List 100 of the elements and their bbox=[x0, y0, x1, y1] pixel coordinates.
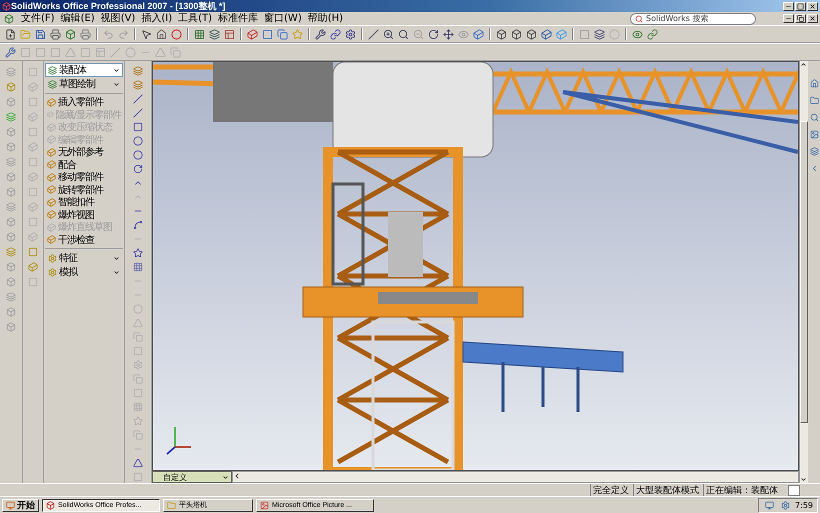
slash-icon[interactable] bbox=[109, 46, 122, 58]
section-view-icon[interactable] bbox=[593, 28, 606, 40]
menu-item[interactable]: 视图(V) bbox=[100, 12, 136, 24]
minimize-button[interactable] bbox=[783, 14, 794, 23]
menu-item[interactable]: 插入(I) bbox=[141, 12, 172, 24]
tray-icon[interactable] bbox=[779, 498, 792, 512]
sketch-tool-icon[interactable] bbox=[132, 247, 144, 259]
search-field[interactable]: SolidWorks 搜索 bbox=[630, 12, 756, 24]
feature-icon[interactable] bbox=[4, 95, 18, 108]
menu-item[interactable]: 标准件库 bbox=[218, 12, 258, 24]
shaded-edges-icon[interactable] bbox=[540, 28, 553, 40]
feature-icon[interactable] bbox=[4, 155, 18, 168]
vertical-scrollbar[interactable] bbox=[799, 61, 808, 483]
feature-icon[interactable] bbox=[4, 65, 18, 78]
sketch-tool-icon[interactable] bbox=[132, 261, 144, 273]
view-orientation-icon[interactable] bbox=[472, 28, 485, 40]
sketch-tool-icon[interactable] bbox=[132, 149, 144, 161]
insert-part-icon[interactable] bbox=[246, 28, 259, 40]
gear-icon[interactable] bbox=[344, 28, 357, 40]
pan-icon[interactable] bbox=[442, 28, 455, 40]
feature-icon[interactable] bbox=[4, 245, 18, 258]
command-item[interactable]: 移动零部件 bbox=[45, 171, 123, 184]
command-item[interactable]: 爆炸视图 bbox=[45, 208, 123, 221]
feature-icon[interactable] bbox=[4, 230, 18, 243]
horizontal-scrollbar[interactable] bbox=[232, 471, 799, 483]
sketch-tool-icon[interactable] bbox=[132, 93, 144, 105]
feature-icon[interactable] bbox=[4, 185, 18, 198]
print-icon[interactable] bbox=[79, 28, 92, 40]
link-icon[interactable] bbox=[329, 28, 342, 40]
zoom-in-icon[interactable] bbox=[382, 28, 395, 40]
menu-item[interactable]: 工具(T) bbox=[178, 12, 212, 24]
wireframe-icon[interactable] bbox=[495, 28, 508, 40]
sketch-tool-icon[interactable] bbox=[132, 121, 144, 133]
chain-icon[interactable] bbox=[646, 28, 659, 40]
sketch-tool-icon[interactable] bbox=[132, 65, 144, 77]
command-item[interactable]: 配合 bbox=[45, 158, 123, 171]
select-icon[interactable] bbox=[140, 28, 153, 40]
menu-item[interactable]: 文件(F) bbox=[21, 12, 55, 24]
feature-icon[interactable] bbox=[4, 125, 18, 138]
feature-icon[interactable] bbox=[4, 290, 18, 303]
cube-icon bbox=[47, 98, 56, 107]
close-button[interactable] bbox=[807, 14, 818, 23]
app-menu-icon[interactable] bbox=[2, 12, 15, 25]
menu-item[interactable]: 帮助(H) bbox=[308, 12, 344, 24]
tool-icon[interactable] bbox=[314, 28, 327, 40]
redo-icon[interactable] bbox=[117, 28, 130, 40]
new-file-icon[interactable] bbox=[4, 28, 17, 40]
feature-icon[interactable] bbox=[4, 320, 18, 333]
command-group[interactable]: 装配体 bbox=[45, 63, 123, 77]
sketch-tool-icon[interactable] bbox=[132, 107, 144, 119]
close-button[interactable] bbox=[807, 2, 818, 10]
restore-button[interactable] bbox=[795, 14, 806, 23]
menu-item[interactable]: 编辑(E) bbox=[60, 12, 95, 24]
printer-icon[interactable] bbox=[49, 28, 62, 40]
shaded-icon[interactable] bbox=[555, 28, 568, 40]
pages-icon[interactable] bbox=[169, 46, 182, 58]
sketch-tool-icon[interactable] bbox=[132, 163, 144, 175]
layout-icon[interactable] bbox=[223, 28, 236, 40]
list-icon[interactable] bbox=[276, 28, 289, 40]
feature-icon[interactable] bbox=[4, 215, 18, 228]
sketch-tool-icon[interactable] bbox=[132, 135, 144, 147]
line-icon[interactable] bbox=[367, 28, 380, 40]
feature-icon[interactable] bbox=[4, 110, 18, 123]
command-item[interactable]: 干涉检查 bbox=[45, 234, 123, 246]
grid-icon[interactable] bbox=[193, 28, 206, 40]
undo-icon[interactable] bbox=[102, 28, 115, 40]
task-pane-icon[interactable] bbox=[808, 145, 820, 158]
table-icon[interactable] bbox=[94, 46, 107, 58]
command-item[interactable]: 无外部参考 bbox=[45, 146, 123, 158]
feature-icon[interactable] bbox=[4, 170, 18, 183]
hidden-lines-icon[interactable] bbox=[510, 28, 523, 40]
cube-icon bbox=[47, 198, 56, 207]
command-item[interactable]: 旋转零部件 bbox=[45, 184, 123, 196]
configuration-dropdown[interactable]: 自定义 bbox=[152, 471, 232, 483]
cube-icon bbox=[47, 185, 56, 194]
house-icon[interactable] bbox=[155, 28, 168, 40]
feature-icon[interactable] bbox=[4, 80, 18, 93]
command-item[interactable]: 插入零部件 bbox=[45, 96, 123, 108]
start-button[interactable]: 开始 bbox=[2, 498, 39, 512]
feature-icon[interactable] bbox=[4, 200, 18, 213]
layers-icon[interactable] bbox=[208, 28, 221, 40]
zoom-area-icon[interactable] bbox=[397, 28, 410, 40]
window-icon[interactable] bbox=[261, 28, 274, 40]
minimize-button[interactable] bbox=[783, 2, 794, 10]
rotate-icon[interactable] bbox=[427, 28, 440, 40]
sketch-tool-icon[interactable] bbox=[132, 219, 144, 231]
feature-icon[interactable] bbox=[4, 260, 18, 273]
feature-icon[interactable] bbox=[4, 305, 18, 318]
maximize-button[interactable] bbox=[795, 2, 806, 10]
task-pane-icon[interactable] bbox=[808, 94, 820, 107]
sketch-tool-icon[interactable] bbox=[132, 79, 144, 91]
menu-item[interactable]: 窗口(W) bbox=[264, 12, 302, 24]
app-icon bbox=[46, 500, 55, 510]
cube-icon[interactable] bbox=[64, 28, 77, 40]
hidden-removed-icon[interactable] bbox=[525, 28, 538, 40]
command-item[interactable]: 智能扣件 bbox=[45, 196, 123, 208]
save-icon[interactable] bbox=[34, 28, 47, 40]
feature-icon[interactable] bbox=[4, 275, 18, 288]
sketch-tool-icon[interactable] bbox=[132, 457, 144, 469]
feature-icon[interactable] bbox=[4, 140, 18, 153]
